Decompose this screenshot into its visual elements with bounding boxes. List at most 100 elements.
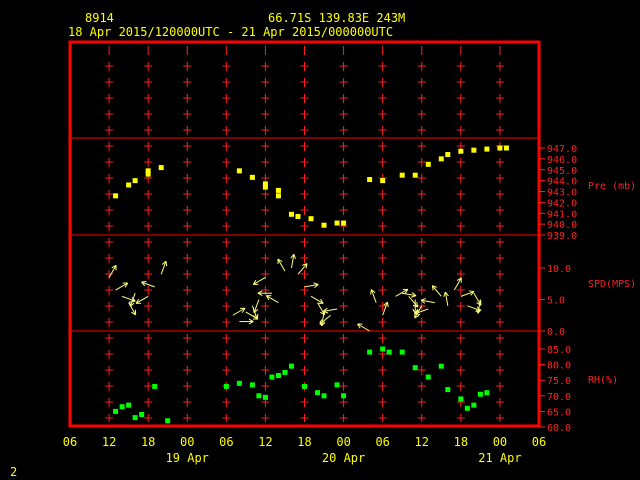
rh-point bbox=[412, 365, 418, 371]
pressure-point bbox=[425, 161, 431, 167]
x-tick-label: 06 bbox=[219, 435, 233, 449]
y-tick-label: 945.0 bbox=[547, 166, 577, 177]
rh-point bbox=[152, 383, 158, 389]
wind-arrow bbox=[453, 277, 462, 291]
rh-point bbox=[288, 363, 294, 369]
rh-point bbox=[341, 393, 347, 399]
y-tick-label: 940.0 bbox=[547, 220, 577, 231]
pressure-point bbox=[484, 146, 490, 152]
pressure-point bbox=[412, 172, 418, 178]
pressure-point bbox=[308, 216, 314, 222]
y-tick-label: 946.0 bbox=[547, 155, 577, 166]
rh-point bbox=[367, 349, 373, 355]
rh-point bbox=[119, 404, 125, 410]
y-axis-label: RH(%) bbox=[588, 375, 618, 386]
y-axis-label: SPD(MPS) bbox=[588, 279, 636, 290]
x-tick-label: 12 bbox=[415, 435, 429, 449]
wind-arrow bbox=[115, 282, 129, 291]
pressure-point bbox=[503, 145, 509, 151]
wind-arrow bbox=[232, 307, 246, 316]
rh-point bbox=[425, 374, 431, 380]
y-axes: 939.0940.0941.0942.0943.0944.0945.0946.0… bbox=[539, 144, 636, 434]
wind-arrow bbox=[431, 285, 442, 297]
wind-arrow bbox=[382, 301, 389, 316]
x-tick-label: 18 bbox=[297, 435, 311, 449]
pressure-point bbox=[367, 177, 373, 183]
pressure-point bbox=[497, 145, 503, 151]
pressure-point bbox=[471, 147, 477, 153]
x-tick-label: 00 bbox=[336, 435, 350, 449]
pressure-point bbox=[334, 220, 340, 226]
wind-arrow bbox=[297, 263, 308, 275]
y-tick-label: 0.0 bbox=[547, 327, 565, 338]
rh-point bbox=[321, 393, 327, 399]
pressure-point bbox=[113, 193, 119, 199]
rh-point bbox=[132, 415, 138, 421]
meteogram-chart: 8914 66.71S 139.83E 243M 18 Apr 2015/120… bbox=[10, 11, 636, 479]
dashed-grid bbox=[105, 46, 504, 422]
wind-arrow bbox=[319, 314, 331, 325]
rh-point bbox=[399, 349, 405, 355]
rh-point bbox=[275, 373, 281, 379]
x-tick-label: 18 bbox=[454, 435, 468, 449]
pressure-point bbox=[158, 165, 164, 171]
y-tick-label: 5.0 bbox=[547, 296, 565, 307]
wind-arrow bbox=[252, 277, 266, 285]
wind-arrow bbox=[265, 295, 279, 304]
pressure-point bbox=[380, 178, 386, 184]
wind-arrow bbox=[370, 289, 377, 303]
x-tick-label: 06 bbox=[63, 435, 77, 449]
rh-point bbox=[249, 382, 255, 388]
x-tick-label: 12 bbox=[102, 435, 116, 449]
wind-arrow bbox=[420, 298, 435, 304]
x-tick-label: 06 bbox=[375, 435, 389, 449]
rh-point bbox=[256, 393, 262, 399]
pressure-point bbox=[321, 222, 327, 228]
y-tick-label: 80.0 bbox=[547, 361, 571, 372]
pressure-point bbox=[145, 168, 151, 174]
rh-point bbox=[471, 402, 477, 408]
station-id: 8914 bbox=[85, 11, 114, 25]
wind-arrow bbox=[160, 260, 168, 275]
y-tick-label: 944.0 bbox=[547, 177, 577, 188]
pressure-point bbox=[249, 174, 255, 180]
rh-point bbox=[464, 405, 470, 411]
wind-arrow bbox=[277, 258, 286, 272]
rh-point bbox=[302, 383, 307, 389]
wind-arrow bbox=[135, 295, 149, 304]
pressure-point bbox=[438, 156, 444, 162]
rh-point bbox=[139, 412, 145, 418]
pressure-point bbox=[132, 178, 138, 184]
rh-point bbox=[236, 380, 242, 386]
rh-point bbox=[380, 346, 386, 352]
station-location: 66.71S 139.83E 243M bbox=[268, 11, 405, 25]
wind-arrow bbox=[322, 307, 338, 314]
y-tick-label: 10.0 bbox=[547, 264, 571, 275]
x-tick-label: 00 bbox=[493, 435, 507, 449]
rh-point bbox=[445, 387, 451, 393]
page-number: 2 bbox=[10, 465, 17, 479]
y-tick-label: 75.0 bbox=[547, 376, 571, 387]
rh-point bbox=[458, 396, 464, 402]
pressure-point bbox=[126, 182, 132, 188]
wind-arrow bbox=[239, 318, 254, 325]
wind-arrow bbox=[408, 296, 419, 308]
pressure-point bbox=[275, 193, 281, 199]
pressure-point bbox=[445, 152, 451, 158]
pressure-point bbox=[236, 168, 242, 174]
y-tick-label: 60.0 bbox=[547, 423, 571, 434]
pressure-point bbox=[295, 214, 301, 220]
wind-arrow bbox=[460, 290, 475, 297]
x-day-label: 20 Apr bbox=[322, 451, 365, 465]
rh-point bbox=[262, 394, 268, 400]
rh-point bbox=[282, 369, 288, 375]
x-tick-label: 00 bbox=[180, 435, 194, 449]
x-tick-label: 12 bbox=[258, 435, 272, 449]
y-tick-label: 941.0 bbox=[547, 209, 577, 220]
pressure-point bbox=[399, 172, 405, 178]
rh-point bbox=[334, 382, 340, 388]
wind-arrow bbox=[357, 323, 370, 332]
y-tick-label: 939.0 bbox=[547, 231, 577, 242]
y-tick-label: 70.0 bbox=[547, 392, 571, 403]
y-axis-label: Pre (mb) bbox=[588, 181, 636, 192]
